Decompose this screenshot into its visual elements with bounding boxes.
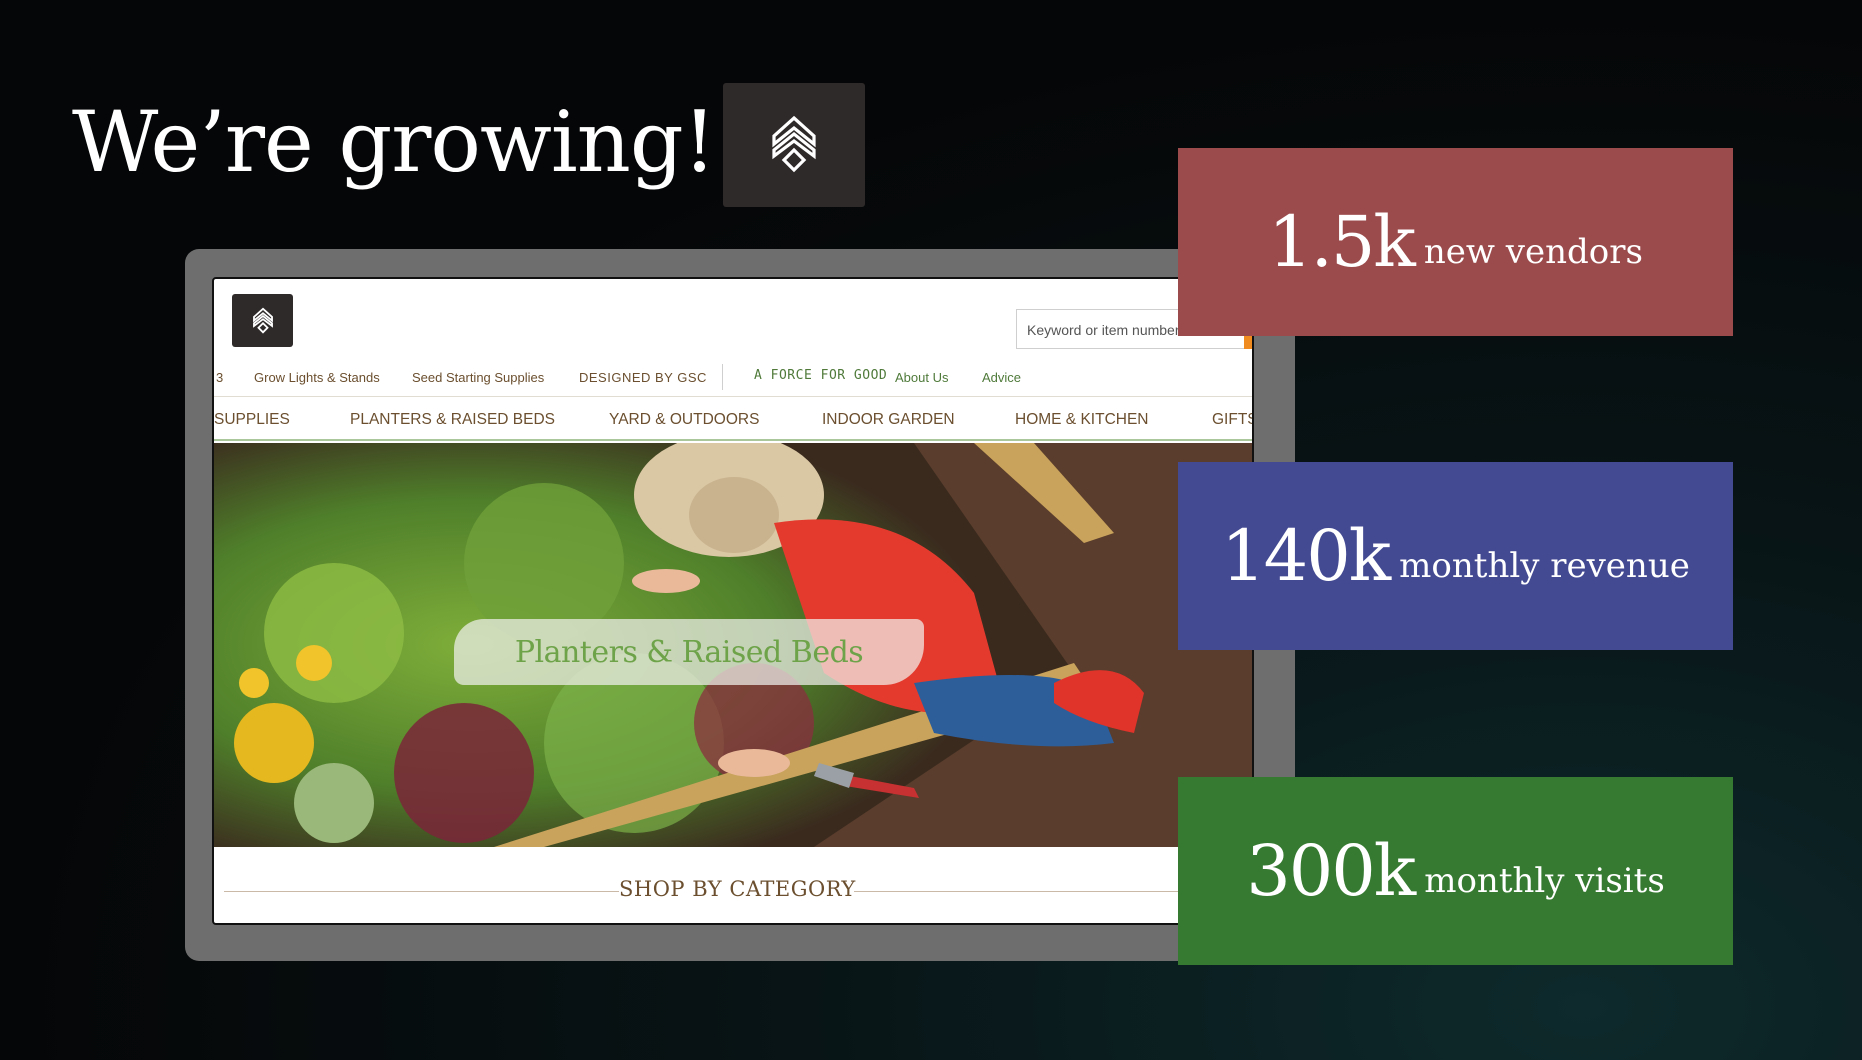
stat-label: monthly visits [1424,861,1665,901]
headline: We’re growing! [72,93,716,191]
hero-label[interactable]: Planters & Raised Beds [454,619,924,685]
force-for-good-tagline[interactable]: A FORCE FOR GOOD [754,368,887,383]
stat-label: monthly revenue [1399,546,1690,586]
nav-indoor-garden[interactable]: INDOOR GARDEN [822,411,955,429]
leaf-logo-icon [252,307,273,334]
stat-value: 300k [1246,830,1416,912]
stat-label: new vendors [1423,232,1643,272]
stat-value: 140k [1221,515,1391,597]
shop-by-category-section: SHOP BY CATEGORY [214,857,1252,917]
util-nav-advice[interactable]: Advice [982,370,1021,385]
util-nav-truncated[interactable]: 3 [216,370,223,385]
site-logo[interactable] [232,294,293,347]
section-title: SHOP BY CATEGORY [619,877,856,901]
section-rule-left [224,891,619,892]
nav-planters-raised-beds[interactable]: PLANTERS & RAISED BEDS [350,411,555,429]
website-screenshot: Keyword or item number 3 Grow Lights & S… [212,277,1254,925]
stat-card-visits: 300k monthly visits [1178,777,1733,965]
search-button[interactable] [1244,335,1252,349]
nav-yard-outdoors[interactable]: YARD & OUTDOORS [609,411,759,429]
leaf-logo-icon [772,115,816,173]
util-nav-about-us[interactable]: About Us [895,370,948,385]
util-nav-divider [722,364,723,390]
util-nav-grow-lights[interactable]: Grow Lights & Stands [254,370,380,385]
hero-banner[interactable]: Planters & Raised Beds [214,443,1252,847]
laptop-frame: Keyword or item number 3 Grow Lights & S… [185,249,1295,961]
utility-nav: 3 Grow Lights & Stands Seed Starting Sup… [214,362,1252,392]
stat-card-revenue: 140k monthly revenue [1178,462,1733,650]
util-nav-seed-starting[interactable]: Seed Starting Supplies [412,370,544,385]
nav-home-kitchen[interactable]: HOME & KITCHEN [1015,411,1148,429]
nav-gifts[interactable]: GIFTS [1212,411,1252,429]
stat-value: 1.5k [1268,201,1416,283]
main-nav: SUPPLIES PLANTERS & RAISED BEDS YARD & O… [214,397,1252,441]
brand-logo [723,83,865,207]
stat-card-vendors: 1.5k new vendors [1178,148,1733,336]
nav-supplies[interactable]: SUPPLIES [214,411,290,429]
util-nav-designed-by-gsc[interactable]: DESIGNED BY GSC [579,370,707,385]
